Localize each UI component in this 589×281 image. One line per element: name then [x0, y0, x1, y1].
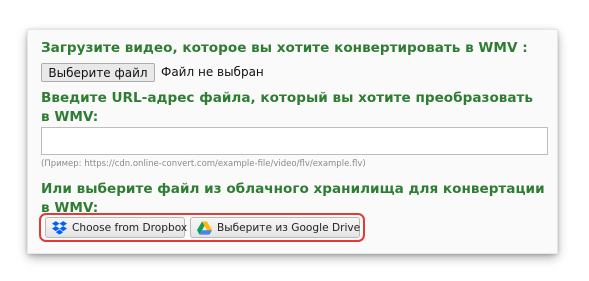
cloud-buttons-highlight: Choose from Dropbox Выберите из Google D…: [39, 213, 365, 242]
choose-from-google-drive-button[interactable]: Выберите из Google Drive: [190, 217, 360, 238]
url-example-hint: (Пример: https://cdn.online-convert.com/…: [41, 159, 366, 169]
choose-file-button[interactable]: Выберите файл: [41, 63, 155, 82]
dropbox-icon: [52, 220, 67, 235]
converter-panel: Загрузите видео, которое вы хотите конве…: [28, 30, 557, 253]
file-status-text: Файл не выбран: [161, 65, 264, 79]
choose-from-dropbox-button[interactable]: Choose from Dropbox: [45, 217, 188, 238]
google-drive-button-label: Выберите из Google Drive: [217, 221, 361, 234]
dropbox-button-label: Choose from Dropbox: [72, 221, 188, 234]
upload-heading: Загрузите видео, которое вы хотите конве…: [41, 40, 528, 56]
screenshot-canvas: Загрузите видео, которое вы хотите конве…: [0, 0, 589, 281]
url-heading: Введите URL-адрес файла, который вы хоти…: [41, 90, 534, 125]
google-drive-icon: [197, 220, 212, 235]
url-input[interactable]: [41, 127, 548, 155]
